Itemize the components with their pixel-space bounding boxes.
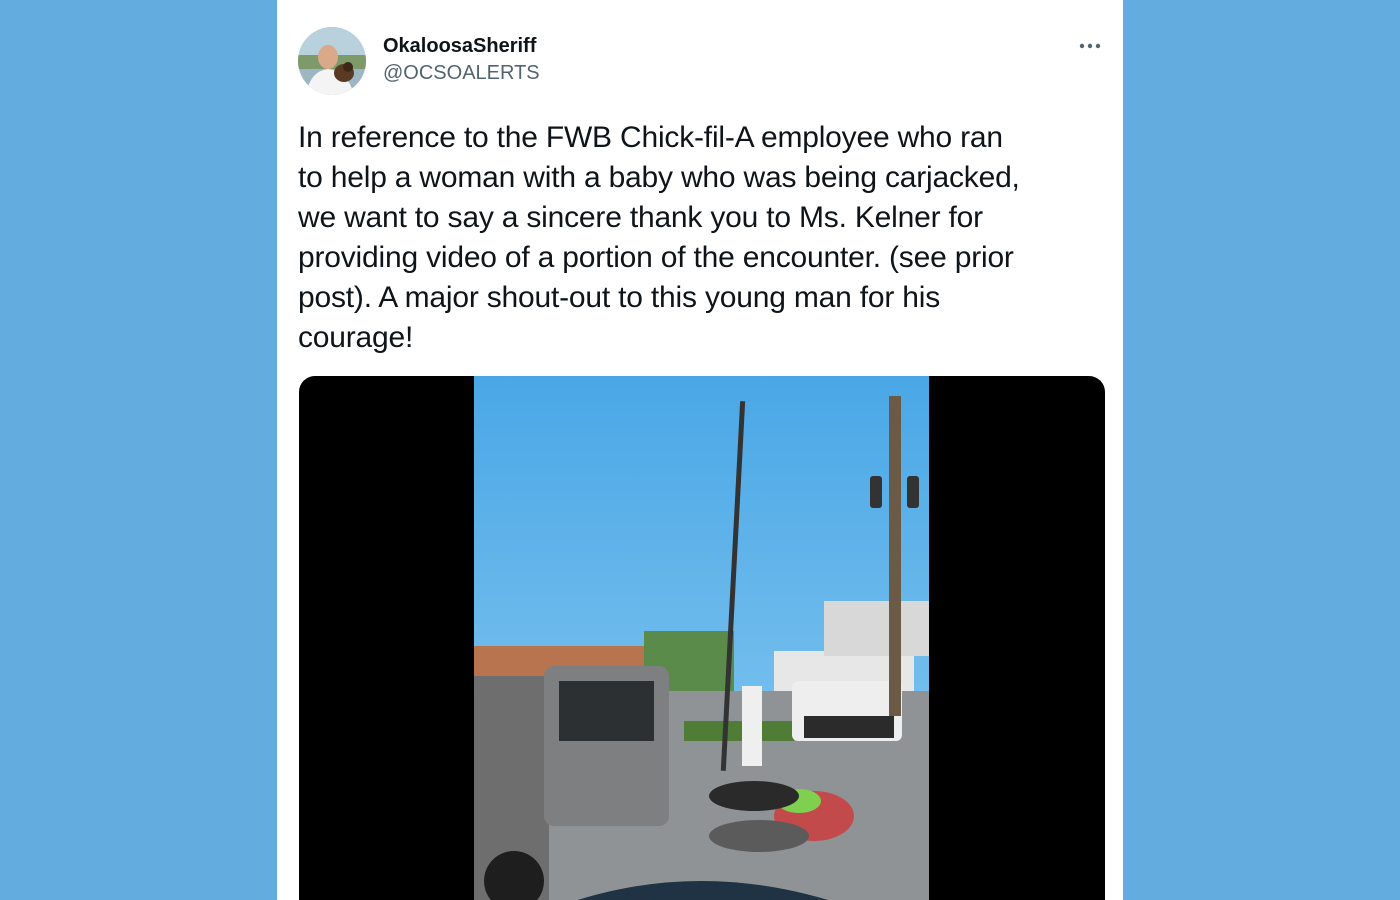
tweet-text-line: courage! [298, 321, 414, 354]
tweet-text-line: post). A major shout-out to this young m… [298, 281, 941, 314]
more-horizontal-icon [1079, 43, 1101, 49]
tweet-text-line: we want to say a sincere thank you to Ms… [298, 201, 983, 234]
tweet-text-line: In reference to the FWB Chick-fil-A empl… [298, 121, 1003, 154]
tweet-card[interactable]: OkaloosaSheriff @OCSOALERTS In reference… [277, 0, 1123, 900]
display-name[interactable]: OkaloosaSheriff [383, 34, 540, 58]
page-background: OkaloosaSheriff @OCSOALERTS In reference… [0, 0, 1400, 900]
tweet-video[interactable] [299, 376, 1105, 900]
author-info[interactable]: OkaloosaSheriff @OCSOALERTS [383, 34, 540, 86]
user-handle[interactable]: @OCSOALERTS [383, 60, 540, 86]
more-options-button[interactable] [1075, 34, 1105, 58]
tweet-text-line: to help a woman with a baby who was bein… [298, 161, 1020, 194]
tweet-text: In reference to the FWB Chick-fil-A empl… [298, 118, 1118, 358]
tweet-text-line: providing video of a portion of the enco… [298, 241, 1014, 274]
video-frame [474, 376, 929, 900]
avatar[interactable] [298, 27, 366, 95]
